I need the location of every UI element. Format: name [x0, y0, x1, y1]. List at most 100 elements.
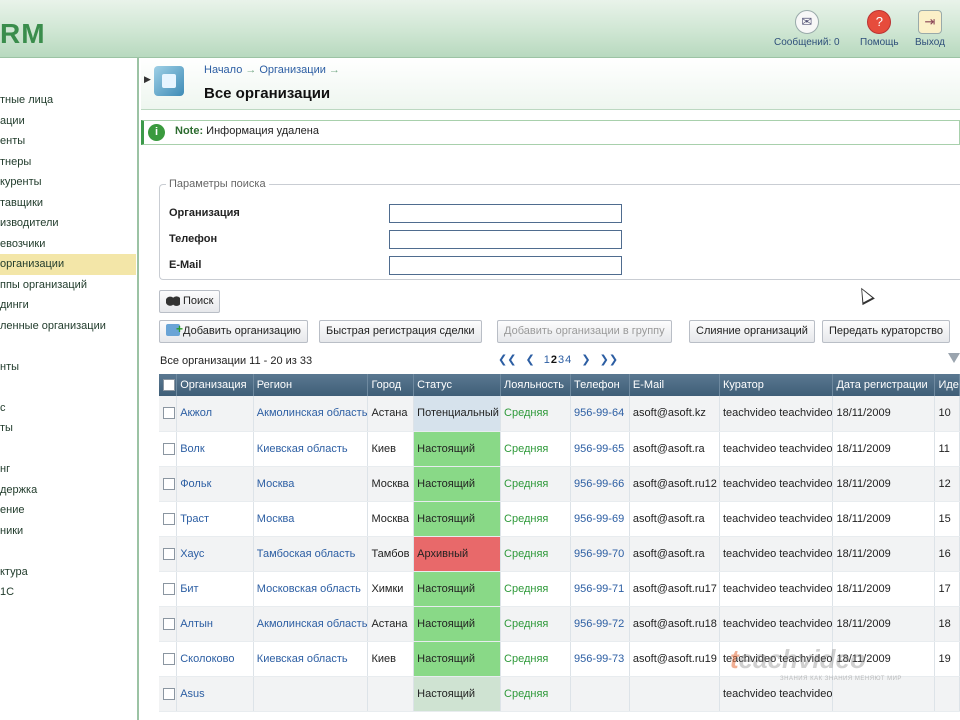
breadcrumb-organizations[interactable]: Организации	[259, 64, 326, 76]
sidebar-item[interactable]: ппы организаций	[0, 275, 136, 296]
cell-phone[interactable]: 956-99-73	[570, 641, 630, 677]
sidebar-item[interactable]: енты	[0, 131, 136, 152]
sidebar-item[interactable]: 1С	[0, 582, 136, 603]
sidebar-item[interactable]: ение	[0, 500, 136, 521]
row-checkbox-cell[interactable]	[159, 606, 178, 642]
cell-phone[interactable]: 956-99-69	[570, 501, 630, 537]
table-row[interactable]: Алтын Акмолинская область Астана Настоящий С…	[159, 606, 960, 642]
row-checkbox-cell[interactable]	[159, 641, 178, 677]
row-checkbox-cell[interactable]	[159, 536, 178, 572]
row-checkbox[interactable]	[163, 582, 175, 595]
cell-organization[interactable]: Траст	[176, 501, 254, 537]
sidebar-item[interactable]: тавщики	[0, 193, 136, 214]
cell-organization[interactable]: Хаус	[176, 536, 254, 572]
cell-organization[interactable]: Акжол	[176, 396, 254, 432]
transfer-curatorship-button[interactable]: Передать кураторство	[822, 320, 950, 343]
cell-region[interactable]: Москва	[253, 501, 369, 537]
sidebar-item[interactable]: ктура	[0, 562, 136, 583]
row-checkbox[interactable]	[163, 407, 175, 420]
sidebar-item[interactable]: нты	[0, 357, 136, 378]
select-all-checkbox[interactable]	[163, 379, 175, 392]
row-checkbox[interactable]	[163, 477, 175, 490]
table-row[interactable]: Хаус Тамбоская область Тамбов Архивный Средн…	[159, 536, 960, 572]
phone-search-input[interactable]	[389, 230, 622, 249]
row-checkbox-cell[interactable]	[159, 571, 178, 607]
sidebar-item[interactable]: динги	[0, 295, 136, 316]
row-checkbox[interactable]	[163, 547, 175, 560]
col-city[interactable]: Город	[367, 374, 415, 396]
cell-region[interactable]: Киевская область	[253, 431, 369, 467]
cell-organization[interactable]: Бит	[176, 571, 254, 607]
page-number-link[interactable]: 2	[551, 354, 557, 366]
row-checkbox[interactable]	[163, 442, 175, 455]
breadcrumb-home[interactable]: Начало	[204, 64, 242, 76]
col-email[interactable]: E-Mail	[629, 374, 720, 396]
select-all-header[interactable]	[159, 374, 178, 396]
cell-phone[interactable]: 956-99-70	[570, 536, 630, 572]
col-curator[interactable]: Куратор	[719, 374, 834, 396]
cell-phone[interactable]	[570, 676, 630, 712]
merge-organizations-button[interactable]: Слияние организаций	[689, 320, 815, 343]
row-checkbox[interactable]	[163, 687, 175, 700]
cell-region[interactable]	[253, 676, 369, 712]
page-number-link[interactable]: 4	[565, 354, 571, 366]
row-checkbox-cell[interactable]	[159, 396, 178, 432]
sidebar-item[interactable]: держка	[0, 480, 136, 501]
col-region[interactable]: Регион	[253, 374, 369, 396]
row-checkbox-cell[interactable]	[159, 676, 178, 712]
org-search-input[interactable]	[389, 204, 622, 223]
email-search-input[interactable]	[389, 256, 622, 275]
messages-link[interactable]: ✉ Сообщений: 0	[774, 10, 840, 48]
cell-phone[interactable]: 956-99-65	[570, 431, 630, 467]
filter-icon[interactable]	[948, 353, 960, 363]
cell-region[interactable]: Тамбоская область	[253, 536, 369, 572]
cell-region[interactable]: Москва	[253, 466, 369, 502]
row-checkbox-cell[interactable]	[159, 466, 178, 502]
sidebar-item[interactable]: ации	[0, 111, 136, 132]
prev-page-button[interactable]: ❮	[526, 354, 535, 366]
table-row[interactable]: Фольк Москва Москва Настоящий Средняя 956-99-…	[159, 466, 960, 502]
col-status[interactable]: Статус	[413, 374, 502, 396]
add-organization-button[interactable]: Добавить организацию	[159, 319, 308, 343]
cell-region[interactable]: Московская область	[253, 571, 369, 607]
row-checkbox-cell[interactable]	[159, 501, 178, 537]
sidebar-item[interactable]: тнеры	[0, 152, 136, 173]
exit-link[interactable]: ⇥ Выход	[915, 10, 945, 48]
sidebar-item[interactable]: куренты	[0, 172, 136, 193]
last-page-button[interactable]: ❯❯	[600, 354, 618, 366]
cell-organization[interactable]: Asus	[176, 676, 254, 712]
page-number-link[interactable]: 3	[558, 354, 564, 366]
sidebar-item[interactable]: ленные организации	[0, 316, 136, 337]
cell-phone[interactable]: 956-99-72	[570, 606, 630, 642]
col-loyalty[interactable]: Лояльность	[500, 374, 572, 396]
col-phone[interactable]: Телефон	[570, 374, 630, 396]
cell-organization[interactable]: Волк	[176, 431, 254, 467]
sidebar-item[interactable]: евозчики	[0, 234, 136, 255]
page-number-link[interactable]: 1	[544, 354, 550, 366]
row-checkbox[interactable]	[163, 652, 175, 665]
cell-region[interactable]: Акмолинская область	[253, 606, 369, 642]
quick-deal-button[interactable]: Быстрая регистрация сделки	[319, 320, 482, 343]
sidebar-item[interactable]: с	[0, 398, 136, 419]
cell-phone[interactable]: 956-99-64	[570, 396, 630, 432]
cell-region[interactable]: Акмолинская область	[253, 396, 369, 432]
table-row[interactable]: Бит Московская область Химки Настоящий Средн…	[159, 571, 960, 607]
cell-phone[interactable]: 956-99-66	[570, 466, 630, 502]
table-row[interactable]: Акжол Акмолинская область Астана Потенциаль…	[159, 396, 960, 432]
cell-region[interactable]: Киевская область	[253, 641, 369, 677]
first-page-button[interactable]: ❮❮	[498, 354, 516, 366]
row-checkbox[interactable]	[163, 617, 175, 630]
sidebar-item[interactable]: организации	[0, 254, 136, 275]
sidebar-item[interactable]: изводители	[0, 213, 136, 234]
add-to-group-button[interactable]: Добавить организации в группу	[497, 320, 672, 343]
table-row[interactable]: Траст Москва Москва Настоящий Средняя 956-99-…	[159, 501, 960, 537]
sidebar-item[interactable]: ты	[0, 418, 136, 439]
search-button[interactable]: Поиск	[159, 290, 221, 313]
sidebar-item[interactable]: ники	[0, 521, 136, 542]
sidebar-item[interactable]: нг	[0, 459, 136, 480]
table-row[interactable]: Волк Киевская область Киев Настоящий Средняя…	[159, 431, 960, 467]
cell-organization[interactable]: Сколоково	[176, 641, 254, 677]
row-checkbox-cell[interactable]	[159, 431, 178, 467]
cell-organization[interactable]: Алтын	[176, 606, 254, 642]
col-registration-date[interactable]: Дата регистрации	[832, 374, 936, 396]
